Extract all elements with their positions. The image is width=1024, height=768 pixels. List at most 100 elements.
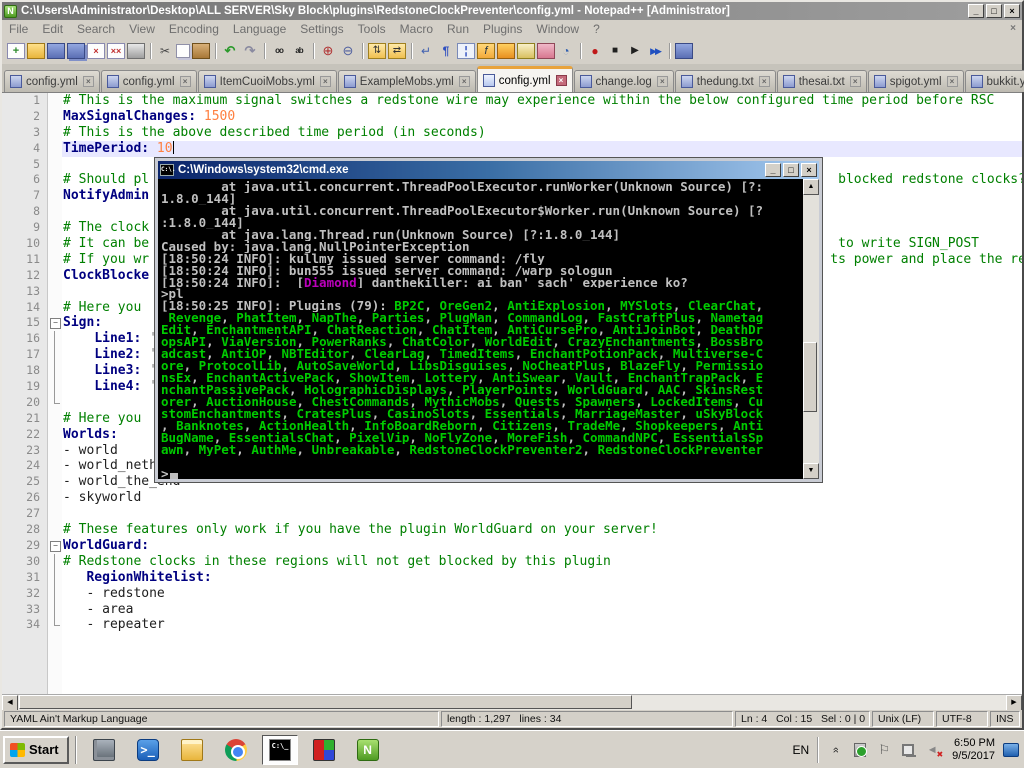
cmd-minimize-button[interactable]: _ [765,163,781,177]
menu-run[interactable]: Run [440,21,476,37]
tab-close-icon[interactable]: × [83,76,94,87]
menu-file[interactable]: File [2,21,35,37]
fold-margin-mark[interactable] [48,315,62,331]
menu-language[interactable]: Language [226,21,293,37]
tab-ExampleMobs-yml[interactable]: ExampleMobs.yml× [338,70,476,92]
close-button[interactable]: × [1004,4,1020,18]
word-wrap-icon[interactable]: ↵ [417,43,435,59]
cmd-close-button[interactable]: × [801,163,817,177]
network-icon[interactable] [902,744,914,756]
tab-config-yml[interactable]: config.yml× [477,66,573,92]
tab-close-icon[interactable]: × [657,76,668,87]
volume-muted-icon[interactable] [923,741,941,759]
taskbar-chrome-button[interactable] [218,735,254,765]
tab-close-icon[interactable]: × [947,76,958,87]
action-center-flag-icon[interactable]: ⚐ [875,741,893,759]
sync-h-icon[interactable]: ⇄ [388,43,406,59]
taskbar-powershell-button[interactable]: >_ [130,735,166,765]
menu-settings[interactable]: Settings [293,21,350,37]
open-folder-icon[interactable] [27,43,45,59]
start-button[interactable]: Start [3,736,69,764]
cmd-scrollbar[interactable]: ▲ ▼ [803,179,819,479]
scroll-left-icon[interactable]: ◀ [2,695,18,711]
indent-guide-icon[interactable]: ¦ [457,43,475,59]
cmd-scroll-up-icon[interactable]: ▲ [803,179,819,195]
menu-encoding[interactable]: Encoding [162,21,226,37]
cmd-scroll-thumb[interactable] [803,342,817,412]
menu-window[interactable]: Window [529,21,586,37]
minimize-button[interactable]: _ [968,4,984,18]
clock[interactable]: 6:50 PM 9/5/2017 [944,737,1003,763]
doc-map-icon[interactable] [497,43,515,59]
tab-bukkit-yml[interactable]: bukkit.yml× [965,70,1024,92]
taskbar-explorer-button[interactable] [174,735,210,765]
tab-close-icon[interactable]: × [459,76,470,87]
tab-close-icon[interactable]: × [180,76,191,87]
scroll-right-icon[interactable]: ▶ [1006,695,1022,711]
document-close-icon[interactable]: × [1010,23,1016,34]
function-list-icon[interactable]: f [477,43,495,59]
taskbar-cmd-button[interactable]: C:\_ [262,735,298,765]
zoom-out-icon[interactable]: ⊖ [339,43,357,59]
menu-plugins[interactable]: Plugins [476,21,529,37]
redo-icon[interactable]: ↷ [241,43,259,59]
menu-tools[interactable]: Tools [351,21,393,37]
menu-search[interactable]: Search [70,21,122,37]
restore-button[interactable]: □ [986,4,1002,18]
save-icon[interactable] [47,43,65,59]
tab-config-yml[interactable]: config.yml× [4,70,100,92]
find-icon[interactable]: oo [270,43,288,59]
show-symbols-icon[interactable]: ¶ [437,43,455,59]
doc-switcher-icon[interactable] [517,43,535,59]
tab-spigot-yml[interactable]: spigot.yml× [868,70,964,92]
macro-stop-icon[interactable]: ■ [606,43,624,59]
macro-record-icon[interactable]: ● [586,43,604,59]
horizontal-scrollbar[interactable]: ◀ ▶ [2,694,1022,710]
taskbar-notepad-plus-button[interactable]: N [350,735,386,765]
fold-margin [48,172,62,188]
replace-icon[interactable]: ab [290,43,308,59]
tab-close-icon[interactable]: × [759,76,770,87]
hidden-icons-chevron-icon[interactable]: » [827,741,845,759]
taskbar-server-manager-button[interactable] [86,735,122,765]
cmd-scroll-down-icon[interactable]: ▼ [803,463,819,479]
close-doc-icon[interactable]: × [87,43,105,59]
menu-edit[interactable]: Edit [35,21,70,37]
tab-ItemCuoiMobs-yml[interactable]: ItemCuoiMobs.yml× [198,70,337,92]
new-file-icon[interactable]: + [7,43,25,59]
menu-macro[interactable]: Macro [393,21,440,37]
macro-save-icon[interactable] [675,43,693,59]
sync-v-icon[interactable]: ⇅ [368,43,386,59]
show-desktop-button[interactable] [1003,743,1019,757]
undo-icon[interactable]: ↶ [221,43,239,59]
paste-icon[interactable] [192,43,210,59]
tab-thesai-txt[interactable]: thesai.txt× [777,70,867,92]
doc-monitor-icon[interactable]: ◔ [557,43,575,59]
menu-view[interactable]: View [122,21,162,37]
copy-icon[interactable] [176,44,190,58]
tab-config-yml[interactable]: config.yml× [101,70,197,92]
console-segment: ChestCommands [312,396,410,408]
menu-help[interactable]: ? [586,21,607,37]
usb-device-icon[interactable] [854,743,866,757]
tab-close-icon[interactable]: × [320,76,331,87]
hscroll-thumb[interactable] [19,695,632,709]
print-icon[interactable] [127,43,145,59]
macro-run-multi-icon[interactable]: ▶▶ [646,43,664,59]
tab-close-icon[interactable]: × [850,76,861,87]
language-indicator[interactable]: EN [785,743,818,757]
save-all-icon[interactable] [67,43,85,59]
fold-margin-mark[interactable] [48,538,62,554]
cmd-output[interactable]: at java.util.concurrent.ThreadPoolExecut… [158,179,819,479]
tab-thedung-txt[interactable]: thedung.txt× [675,70,776,92]
folder-workspace-icon[interactable] [537,43,555,59]
close-all-icon[interactable]: ×× [107,43,125,59]
fold-margin-mark [48,347,62,363]
tab-change-log[interactable]: change.log× [574,70,674,92]
cut-icon[interactable]: ✂ [156,43,174,59]
zoom-in-icon[interactable]: ⊕ [319,43,337,59]
macro-play-icon[interactable]: ▶ [626,43,644,59]
tab-close-icon[interactable]: × [556,75,567,86]
taskbar-color-cube-button[interactable] [306,735,342,765]
cmd-maximize-button[interactable]: □ [783,163,799,177]
